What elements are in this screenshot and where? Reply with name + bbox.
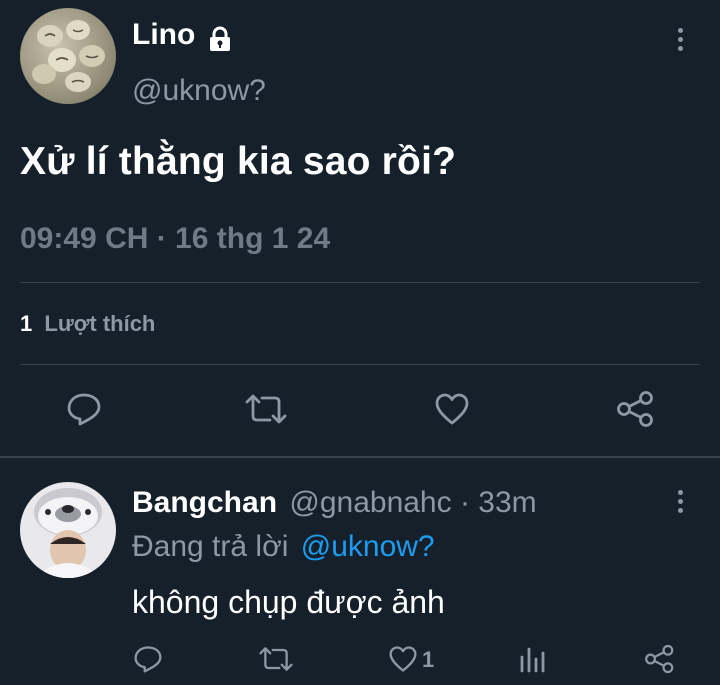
analytics-icon[interactable]: [519, 645, 545, 673]
reply-icon[interactable]: [66, 392, 102, 426]
replying-to: Đang trả lời @uknow?: [132, 528, 435, 566]
avatar-bangchan[interactable]: [20, 482, 116, 578]
replying-to-handle[interactable]: @uknow?: [301, 530, 435, 563]
more-options-icon[interactable]: [678, 28, 684, 55]
divider: [20, 364, 700, 365]
avatar-image: [32, 20, 105, 92]
reply-reply-icon[interactable]: [133, 645, 163, 673]
avatar-image: [34, 488, 102, 578]
reply-header: Bangchan @gnabnahc · 33m: [132, 484, 537, 522]
like-icon[interactable]: [434, 392, 470, 426]
reply-time[interactable]: · 33m: [460, 486, 537, 519]
reply-like-count: 1: [422, 647, 435, 672]
reply-author-name[interactable]: Bangchan: [132, 486, 277, 519]
likes-label: Lượt thích: [44, 311, 156, 336]
avatar-lino[interactable]: [20, 8, 116, 104]
reply-like-icon[interactable]: [388, 645, 418, 673]
author-handle[interactable]: @uknow?: [132, 72, 266, 110]
reply-more-options-icon[interactable]: [678, 490, 684, 517]
replying-prefix: Đang trả lời: [132, 530, 289, 563]
tweet-timestamp[interactable]: 09:49 CH · 16 thg 1 24: [20, 220, 330, 258]
divider: [20, 282, 700, 283]
reply-text: không chụp được ảnh: [132, 584, 445, 620]
reply-retweet-icon[interactable]: [258, 645, 294, 673]
lock-icon: [208, 26, 232, 52]
reply-share-icon[interactable]: [644, 644, 676, 674]
divider: [0, 456, 720, 458]
reply-author-handle[interactable]: @gnabnahc: [289, 486, 451, 519]
share-icon[interactable]: [616, 390, 656, 428]
likes-stat[interactable]: 1 Lượt thích: [20, 310, 155, 338]
likes-count: 1: [20, 311, 33, 336]
retweet-icon[interactable]: [244, 392, 288, 426]
tweet-text: Xử lí thằng kia sao rồi?: [20, 140, 457, 183]
author-name[interactable]: Lino: [132, 16, 195, 54]
